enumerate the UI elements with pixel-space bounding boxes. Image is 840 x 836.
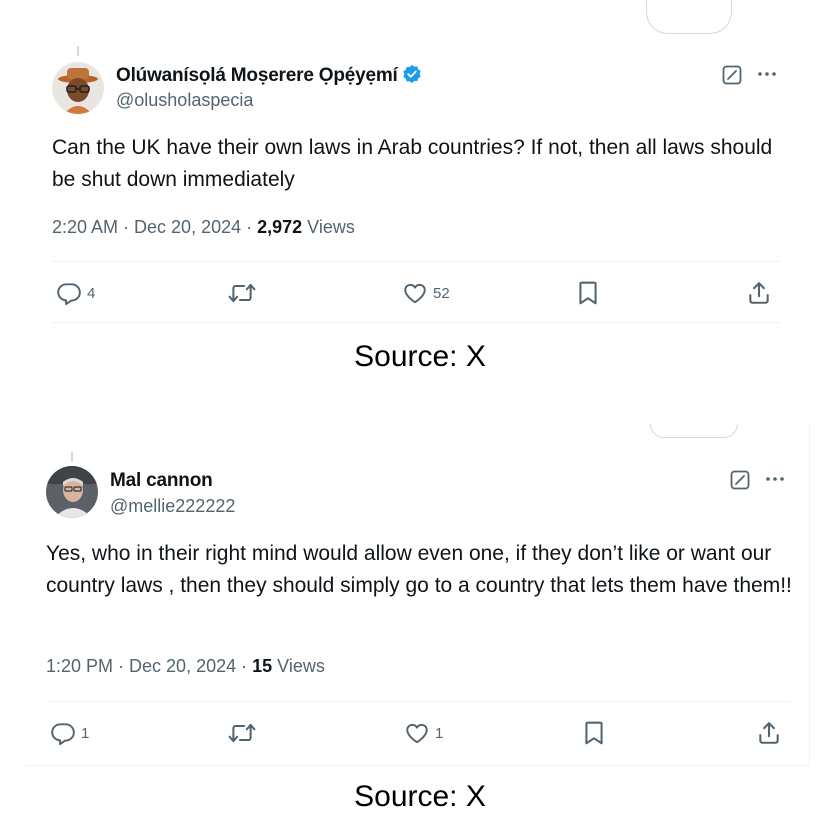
bookmark-button[interactable] xyxy=(576,278,600,308)
views-label: Views xyxy=(272,656,325,676)
like-button[interactable]: 1 xyxy=(404,718,443,748)
bookmark-icon xyxy=(585,721,603,745)
source-caption: Source: X xyxy=(354,780,486,813)
display-name-text: Mal cannon xyxy=(110,470,213,491)
timestamp[interactable]: 2:20 AM · Dec 20, 2024 · xyxy=(52,217,257,237)
share-icon xyxy=(759,722,779,744)
repost-button[interactable] xyxy=(228,718,261,748)
display-name[interactable]: Mal cannon xyxy=(110,470,213,492)
tweet-text: Yes, who in their right mind would allow… xyxy=(46,542,792,597)
share-icon xyxy=(749,282,769,304)
display-name-text: Olúwanísọlá Moṣerere Ọpẹ́yẹmí xyxy=(116,65,398,86)
share-button[interactable] xyxy=(756,718,782,748)
action-bar: 1 1 xyxy=(50,718,790,748)
divider xyxy=(26,765,810,766)
views-count: 15 xyxy=(252,656,273,676)
tab-pill xyxy=(646,0,732,34)
views-count: 2,972 xyxy=(257,217,303,237)
tweet-card[interactable]: Mal cannon @mellie222222 Yes, who in the… xyxy=(26,424,810,766)
avatar[interactable] xyxy=(52,62,104,114)
verified-badge-icon xyxy=(402,64,421,84)
grok-icon[interactable] xyxy=(730,470,750,490)
repost-button[interactable] xyxy=(228,278,261,308)
handle[interactable]: @mellie222222 xyxy=(110,496,235,517)
repost-icon xyxy=(228,723,256,743)
like-count: 1 xyxy=(435,724,444,742)
share-button[interactable] xyxy=(746,278,772,308)
views-label: Views xyxy=(302,217,355,237)
reply-button[interactable]: 1 xyxy=(50,718,89,748)
thread-line xyxy=(77,46,79,56)
tweet-meta: 1:20 PM · Dec 20, 2024 · 15 Views xyxy=(46,656,325,677)
divider xyxy=(52,261,780,262)
more-icon[interactable] xyxy=(764,469,786,489)
like-icon xyxy=(404,283,426,304)
tweet-meta: 2:20 AM · Dec 20, 2024 · 2,972 Views xyxy=(52,217,355,238)
bookmark-button[interactable] xyxy=(582,718,606,748)
like-count: 52 xyxy=(433,284,450,302)
tab-pill xyxy=(650,424,738,438)
reply-icon xyxy=(51,723,75,746)
divider xyxy=(46,701,790,702)
reply-count: 1 xyxy=(81,724,90,742)
action-bar: 4 52 xyxy=(56,278,780,308)
tweet-card[interactable]: Olúwanísọlá Moṣerere Ọpẹ́yẹmí @olusholas… xyxy=(38,0,798,330)
thread-line xyxy=(71,452,73,462)
timestamp[interactable]: 1:20 PM · Dec 20, 2024 · xyxy=(46,656,252,676)
tweet-text: Can the UK have their own laws in Arab c… xyxy=(52,136,773,191)
reply-button[interactable]: 4 xyxy=(56,278,95,308)
more-icon[interactable] xyxy=(756,64,778,84)
like-button[interactable]: 52 xyxy=(402,278,450,308)
like-icon xyxy=(406,723,428,744)
divider xyxy=(52,322,780,323)
avatar[interactable] xyxy=(46,466,98,518)
grok-icon[interactable] xyxy=(722,65,742,85)
handle[interactable]: @olusholaspecia xyxy=(116,90,253,111)
repost-icon xyxy=(228,283,256,303)
reply-count: 4 xyxy=(87,284,96,302)
bookmark-icon xyxy=(579,281,597,305)
display-name[interactable]: Olúwanísọlá Moṣerere Ọpẹ́yẹmí xyxy=(116,64,422,87)
reply-icon xyxy=(57,283,81,306)
source-caption: Source: X xyxy=(354,340,486,373)
